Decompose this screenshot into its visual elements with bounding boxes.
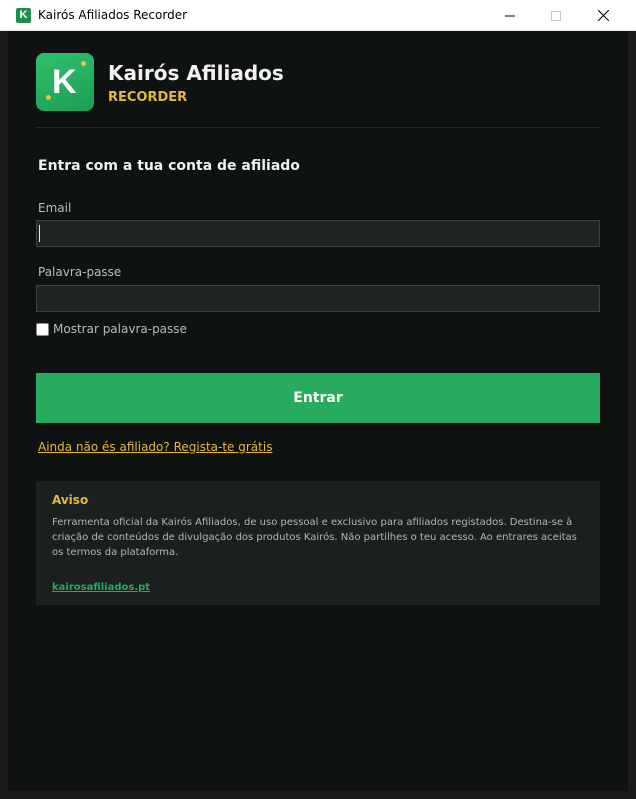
login-button[interactable]: Entrar [36, 373, 600, 423]
logo-dot-icon [81, 61, 86, 66]
brand-name: Kairós Afiliados [108, 61, 284, 85]
email-field[interactable] [36, 220, 600, 247]
maximize-icon [551, 10, 561, 21]
maximize-button[interactable] [533, 0, 579, 31]
minimize-button[interactable] [487, 0, 533, 31]
show-password-label[interactable]: Mostrar palavra-passe [53, 322, 187, 337]
logo-letter: K [52, 63, 77, 101]
logo-dot-icon [46, 95, 51, 100]
title-bar: K Kairós Afiliados Recorder [0, 0, 636, 31]
app-window: K Kairós Afiliados RECORDER Entra com a … [8, 31, 628, 791]
minimize-icon [505, 15, 515, 16]
show-password-checkbox[interactable] [36, 323, 49, 336]
notice-box: Aviso Ferramenta oficial da Kairós Afili… [36, 481, 600, 605]
brand-logo: K [36, 53, 94, 111]
header-divider [36, 127, 600, 128]
close-icon [597, 10, 609, 21]
app-icon: K [16, 8, 31, 23]
website-link[interactable]: kairosafiliados.pt [52, 581, 150, 594]
notice-title: Aviso [52, 493, 89, 507]
text-caret [39, 225, 40, 242]
close-button[interactable] [580, 0, 626, 31]
signup-link[interactable]: Ainda não és afiliado? Regista-te grátis [38, 439, 272, 455]
password-label: Palavra-passe [38, 265, 122, 279]
login-heading: Entra com a tua conta de afiliado [38, 158, 300, 174]
window-title: Kairós Afiliados Recorder [38, 8, 188, 22]
brand-subtitle: RECORDER [108, 90, 188, 105]
password-field[interactable] [36, 285, 600, 312]
notice-text: Ferramenta oficial da Kairós Afiliados, … [52, 517, 577, 558]
email-label: Email [38, 201, 72, 215]
app-icon-letter: K [19, 9, 28, 21]
